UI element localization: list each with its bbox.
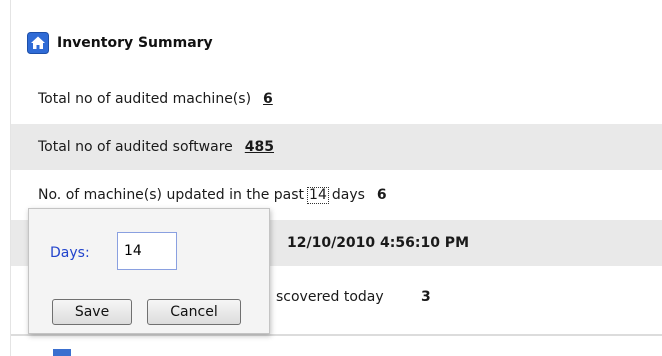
section-divider — [11, 334, 662, 336]
days-input[interactable] — [117, 232, 177, 270]
audited-machines-link[interactable]: 6 — [263, 91, 273, 107]
updated-machines-value: 6 — [376, 187, 387, 203]
audited-software-row: Total no of audited software 485 — [11, 124, 662, 170]
audited-machines-row: Total no of audited machine(s) 6 — [11, 76, 662, 122]
discovered-today-label: scovered today — [276, 289, 384, 305]
last-scan-datetime: 12/10/2010 4:56:10 PM — [287, 235, 469, 251]
audited-machines-label: Total no of audited machine(s) — [38, 91, 252, 107]
cancel-button[interactable]: Cancel — [147, 299, 241, 325]
updated-machines-label: No. of machine(s) updated in the past — [38, 187, 305, 203]
page-title: Inventory Summary — [57, 35, 213, 51]
home-icon — [27, 32, 49, 54]
days-label: Days: — [50, 245, 90, 261]
next-section-icon — [53, 349, 71, 356]
days-edit-link[interactable]: 14 — [307, 186, 329, 204]
save-button[interactable]: Save — [52, 299, 132, 325]
updated-machines-days-unit: days — [331, 187, 365, 203]
panel-header: Inventory Summary — [27, 32, 213, 54]
audited-software-label: Total no of audited software — [38, 139, 233, 155]
audited-software-link[interactable]: 485 — [245, 139, 274, 155]
discovered-today-value: 3 — [421, 289, 431, 305]
days-edit-popup: Days: Save Cancel — [28, 208, 270, 334]
